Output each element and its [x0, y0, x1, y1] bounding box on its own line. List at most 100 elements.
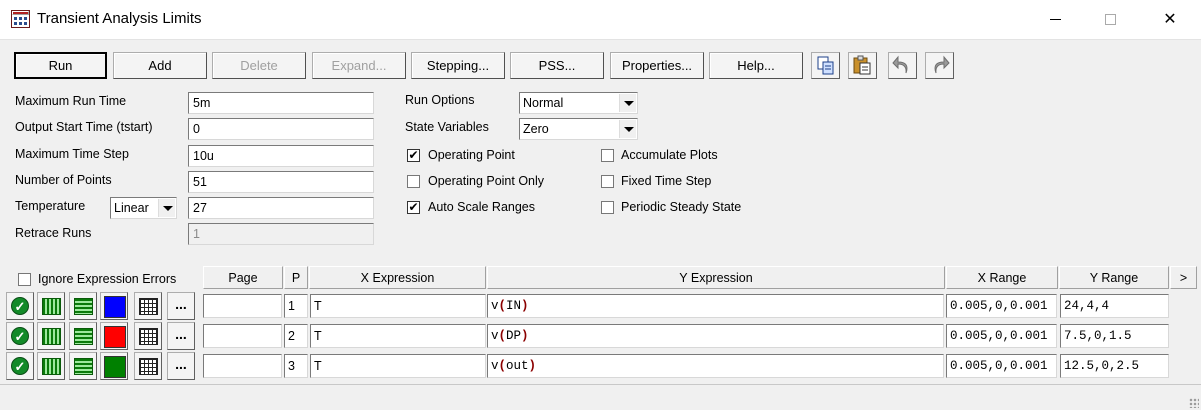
open-paren: (: [498, 359, 507, 373]
y-range-cell[interactable]: 24,4,4: [1060, 294, 1169, 318]
row-horizontal-grid-button[interactable]: [69, 352, 97, 380]
column-header-page[interactable]: Page: [203, 266, 283, 289]
run-button[interactable]: Run: [14, 52, 107, 79]
page-cell[interactable]: [203, 324, 282, 348]
operating-point-only-checkbox[interactable]: [407, 175, 420, 188]
ellipsis-icon: ...: [175, 356, 187, 372]
row-plot-grid-button[interactable]: [134, 352, 162, 380]
state-variables-label: State Variables: [405, 120, 489, 134]
page-cell[interactable]: [203, 354, 282, 378]
x-expression-cell[interactable]: T: [310, 354, 486, 378]
temperature-field[interactable]: 27: [188, 197, 374, 219]
row-plot-grid-button[interactable]: [134, 322, 162, 350]
row-enable-button[interactable]: ✓: [6, 352, 34, 380]
vertical-grid-lines-icon: [42, 328, 61, 345]
p-cell[interactable]: 2: [284, 324, 308, 348]
output-start-label: Output Start Time (tstart): [15, 120, 153, 134]
close-button[interactable]: ✕: [1140, 0, 1200, 40]
row-enable-button[interactable]: ✓: [6, 292, 34, 320]
row-ellipsis-button[interactable]: ...: [167, 292, 195, 320]
window-title: Transient Analysis Limits: [37, 10, 202, 27]
row-color-button[interactable]: [100, 352, 128, 380]
temperature-label: Temperature: [15, 199, 86, 213]
operating-point-label: Operating Point: [428, 148, 515, 162]
chevron-down-icon: [619, 120, 636, 138]
x-range-cell[interactable]: 0.005,0,0.001: [946, 294, 1057, 318]
undo-icon: [892, 55, 908, 74]
x-range-cell[interactable]: 0.005,0,0.001: [946, 354, 1057, 378]
redo-button[interactable]: [925, 52, 954, 79]
run-options-value: Normal: [523, 96, 564, 110]
row-horizontal-grid-button[interactable]: [69, 292, 97, 320]
num-points-field[interactable]: 51: [188, 171, 374, 193]
add-button[interactable]: Add: [113, 52, 207, 79]
plot-grid-icon: [139, 328, 158, 345]
column-header-x-expression[interactable]: X Expression: [309, 266, 486, 289]
row-vertical-grid-button[interactable]: [37, 352, 65, 380]
close-paren: ): [521, 299, 529, 313]
row-color-button[interactable]: [100, 322, 128, 350]
periodic-steady-state-label: Periodic Steady State: [621, 200, 742, 214]
redo-icon: [934, 55, 950, 74]
max-run-time-label: Maximum Run Time: [15, 94, 127, 108]
more-columns-button[interactable]: >: [1170, 266, 1197, 289]
row-color-button[interactable]: [100, 292, 128, 320]
auto-scale-ranges-checkbox[interactable]: ✔: [407, 201, 420, 214]
p-cell[interactable]: 3: [284, 354, 308, 378]
num-points-label: Number of Points: [15, 173, 112, 187]
y-function: v: [491, 329, 499, 343]
ignore-errors-checkbox[interactable]: [18, 273, 31, 286]
title-bar: Transient Analysis Limits ✕: [0, 0, 1201, 40]
row-ellipsis-button[interactable]: ...: [167, 322, 195, 350]
delete-button[interactable]: Delete: [212, 52, 306, 79]
row-ellipsis-button[interactable]: ...: [167, 352, 195, 380]
close-icon: ✕: [1163, 11, 1177, 28]
operating-point-checkbox[interactable]: ✔: [407, 149, 420, 162]
open-paren: (: [498, 299, 507, 313]
color-swatch: [104, 356, 126, 378]
accumulate-plots-checkbox[interactable]: [601, 149, 614, 162]
y-range-cell[interactable]: 7.5,0,1.5: [1060, 324, 1169, 348]
y-expression-cell[interactable]: v(IN): [487, 294, 944, 318]
page-cell[interactable]: [203, 294, 282, 318]
output-start-field[interactable]: 0: [188, 118, 374, 140]
resize-grip-icon[interactable]: [1189, 398, 1199, 408]
plot-grid-icon: [139, 358, 158, 375]
expand-button[interactable]: Expand...: [312, 52, 406, 79]
x-expression-cell[interactable]: T: [310, 324, 486, 348]
row-enable-button[interactable]: ✓: [6, 322, 34, 350]
y-expression-cell[interactable]: v(out): [487, 354, 944, 378]
temperature-mode-select[interactable]: Linear: [110, 197, 177, 219]
column-header-p[interactable]: P: [284, 266, 308, 289]
max-time-step-field[interactable]: 10u: [188, 145, 374, 167]
column-header-x-range[interactable]: X Range: [946, 266, 1058, 289]
periodic-steady-state-checkbox[interactable]: [601, 201, 614, 214]
x-expression-cell[interactable]: T: [310, 294, 486, 318]
check-ok-icon: ✓: [11, 297, 29, 315]
color-swatch: [104, 296, 126, 318]
max-run-time-field[interactable]: 5m: [188, 92, 374, 114]
paste-button[interactable]: [848, 52, 877, 79]
stepping-button[interactable]: Stepping...: [411, 52, 505, 79]
y-expression-cell[interactable]: v(DP): [487, 324, 944, 348]
pss-button[interactable]: PSS...: [510, 52, 604, 79]
row-horizontal-grid-button[interactable]: [69, 322, 97, 350]
minimize-button[interactable]: [1025, 0, 1085, 40]
x-range-cell[interactable]: 0.005,0,0.001: [946, 324, 1057, 348]
undo-button[interactable]: [888, 52, 917, 79]
fixed-time-step-label: Fixed Time Step: [621, 174, 712, 188]
maximize-button[interactable]: [1080, 0, 1140, 40]
fixed-time-step-checkbox[interactable]: [601, 175, 614, 188]
row-plot-grid-button[interactable]: [134, 292, 162, 320]
state-variables-select[interactable]: Zero: [519, 118, 638, 140]
run-options-select[interactable]: Normal: [519, 92, 638, 114]
y-range-cell[interactable]: 12.5,0,2.5: [1060, 354, 1169, 378]
copy-button[interactable]: [811, 52, 840, 79]
p-cell[interactable]: 1: [284, 294, 308, 318]
row-vertical-grid-button[interactable]: [37, 322, 65, 350]
row-vertical-grid-button[interactable]: [37, 292, 65, 320]
column-header-y-range[interactable]: Y Range: [1059, 266, 1169, 289]
help-button[interactable]: Help...: [709, 52, 803, 79]
properties-button[interactable]: Properties...: [610, 52, 704, 79]
column-header-y-expression[interactable]: Y Expression: [487, 266, 945, 289]
